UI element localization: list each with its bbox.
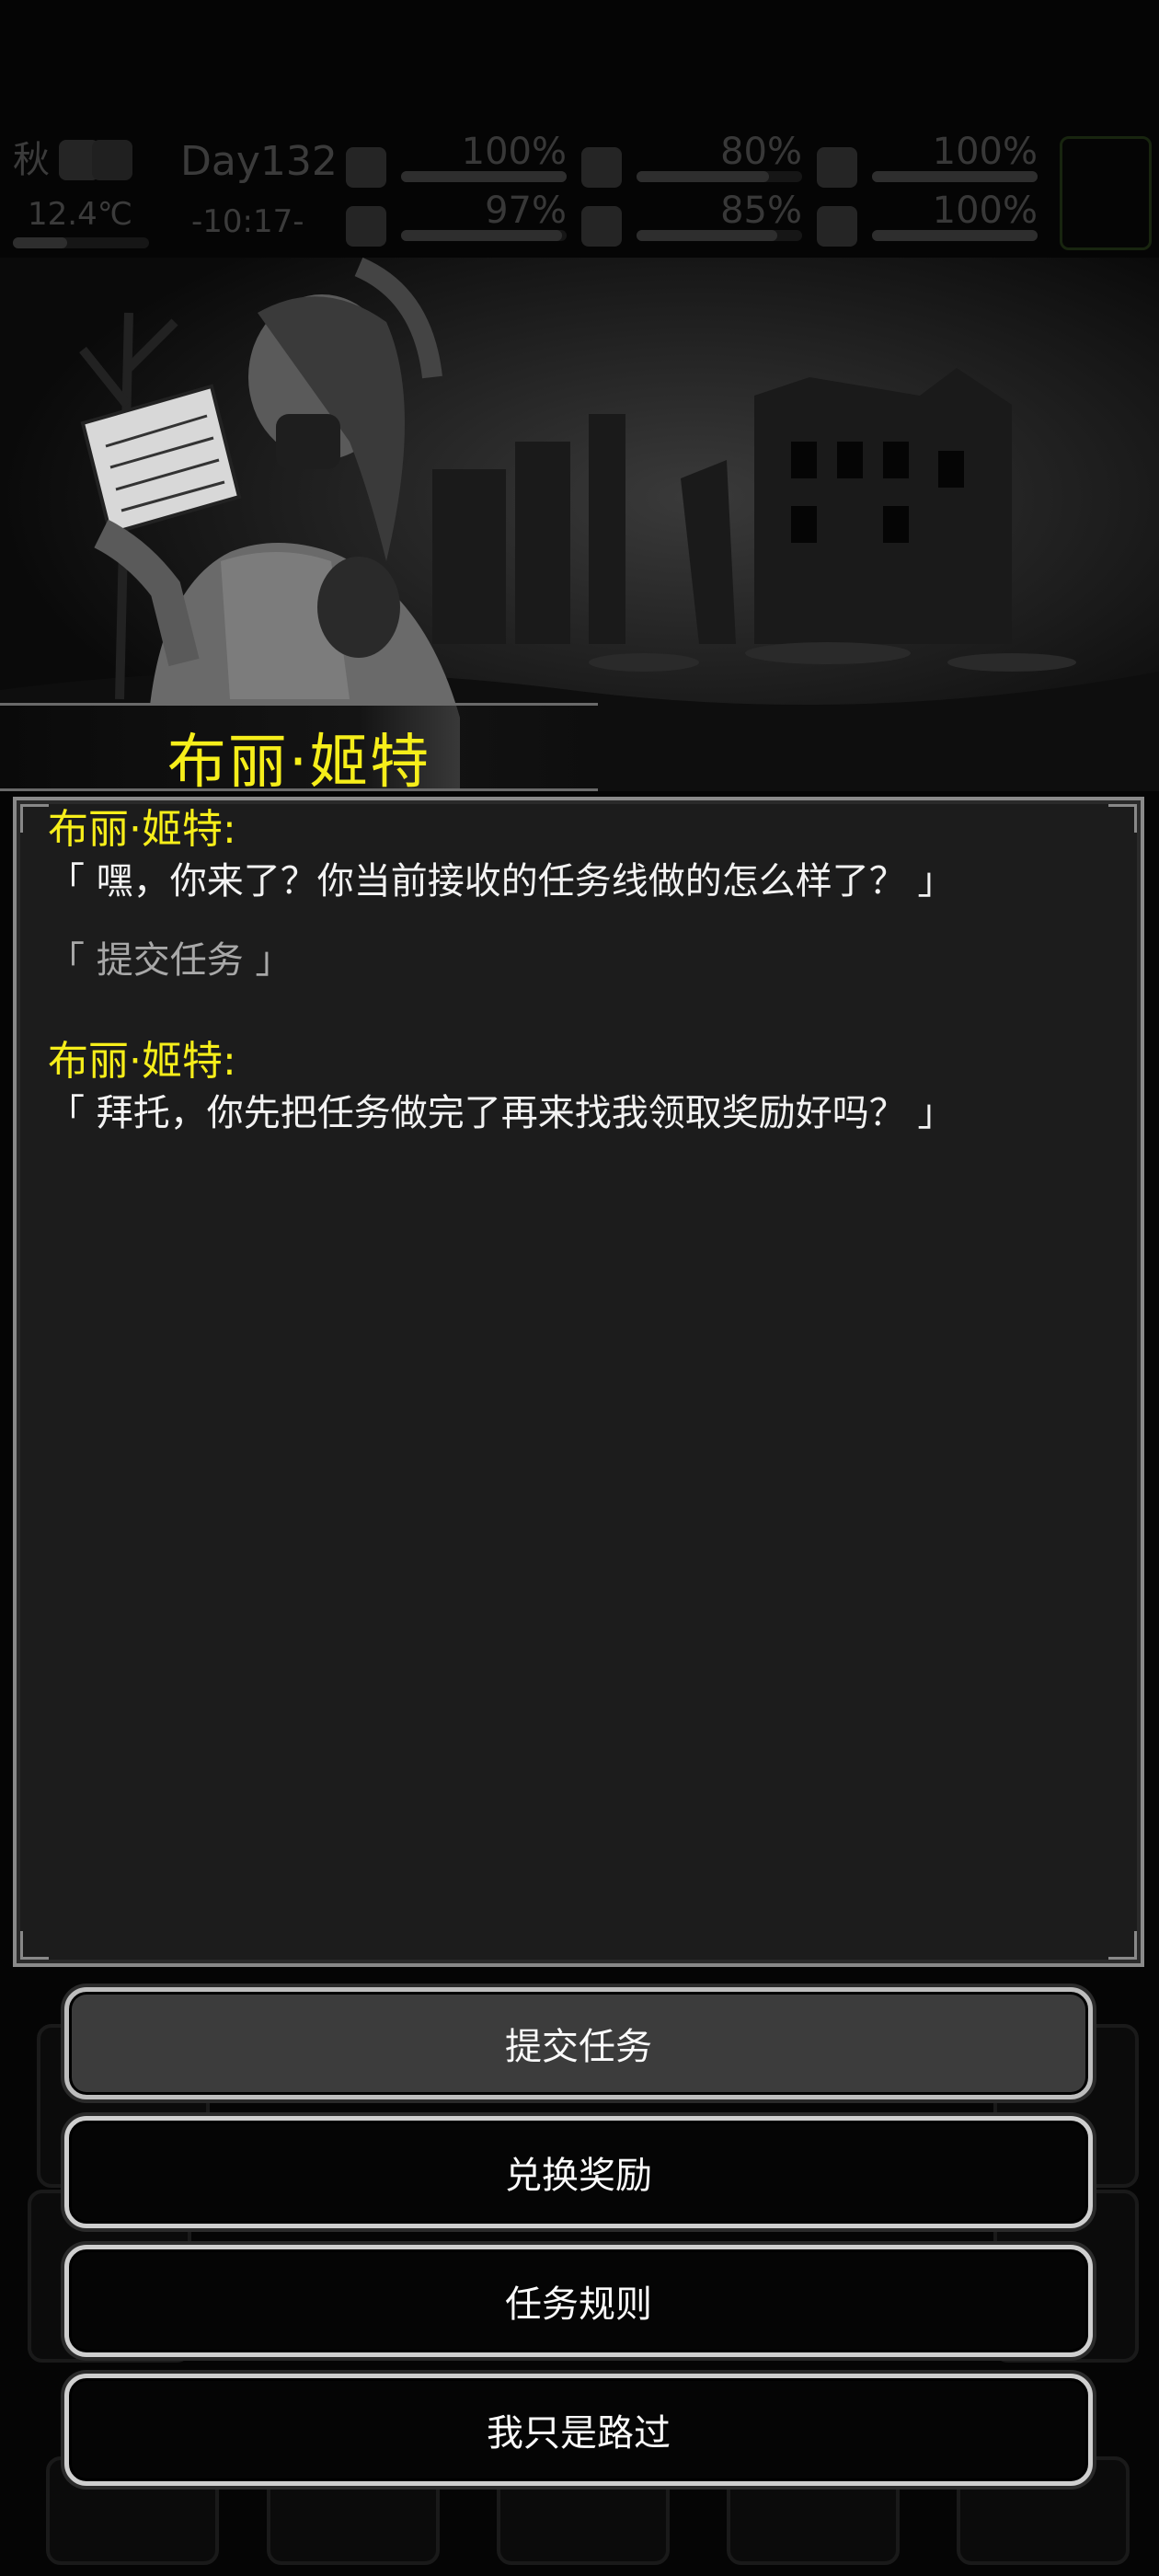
hunger-bar <box>637 171 802 182</box>
npc-name: 布丽·姬特 <box>166 729 431 797</box>
water-drop-icon <box>581 206 622 247</box>
dialog-text: 「 拜托，你先把任务做完了再来找我领取奖励好吗？ 」 <box>48 1092 955 1134</box>
equipment-slot <box>1060 136 1152 250</box>
flask-icon <box>346 206 386 247</box>
cloud-icon <box>92 140 132 180</box>
mask-icon <box>817 147 857 188</box>
dialog-message: 布丽·姬特: 「 拜托，你先把任务做完了再来找我领取奖励好吗？ 」 <box>48 1036 1124 1139</box>
dialog-message: 布丽·姬特: 「 嘿，你来了？你当前接收的任务线做的怎么样了？ 」 <box>48 804 1124 907</box>
stomach-icon <box>581 147 622 188</box>
medkit-icon <box>346 147 386 188</box>
dialog-text: 「 嘿，你来了？你当前接收的任务线做的怎么样了？ 」 <box>48 860 955 903</box>
thirst-value: 85% <box>720 190 802 232</box>
speaker-name: 布丽·姬特: <box>48 1038 236 1085</box>
redeem-reward-button[interactable]: 兑换奖励 <box>64 2116 1093 2228</box>
corner-ornament <box>1108 1931 1137 1960</box>
dialog-panel[interactable]: 布丽·姬特: 「 嘿，你来了？你当前接收的任务线做的怎么样了？ 」 「 提交任务… <box>13 797 1144 1967</box>
mood-value: 100% <box>932 190 1038 232</box>
corner-ornament <box>20 804 49 833</box>
time-label: -10:17- <box>191 203 304 240</box>
submit-task-button[interactable]: 提交任务 <box>64 1987 1093 2099</box>
hunger-value: 80% <box>720 131 802 173</box>
task-rules-button[interactable]: 任务规则 <box>64 2245 1093 2357</box>
health-value: 100% <box>461 131 567 173</box>
player-choice-echo: 「 提交任务 」 <box>48 935 1124 986</box>
mood-bar <box>872 230 1038 241</box>
thirst-bar <box>637 230 802 241</box>
heart-icon <box>817 206 857 247</box>
temperature-label: 12.4℃ <box>28 196 132 233</box>
speaker-name: 布丽·姬特: <box>48 806 236 853</box>
temperature-bar <box>13 237 149 248</box>
status-hud: 秋 12.4℃ Day132 -10:17- 100% 80% 100% 97%… <box>0 129 1159 258</box>
health-bar <box>401 171 567 182</box>
npc-name-plate: 布丽·姬特 <box>0 703 598 797</box>
sanity-value: 97% <box>485 190 567 232</box>
sanity-bar <box>401 230 567 241</box>
choice-text: 「 提交任务 」 <box>48 939 293 982</box>
filter-value: 100% <box>932 131 1038 173</box>
filter-bar <box>872 171 1038 182</box>
corner-ornament <box>20 1931 49 1960</box>
day-label: Day132 <box>180 138 338 185</box>
season-label: 秋 <box>13 139 50 181</box>
just-passing-button[interactable]: 我只是路过 <box>64 2374 1093 2486</box>
